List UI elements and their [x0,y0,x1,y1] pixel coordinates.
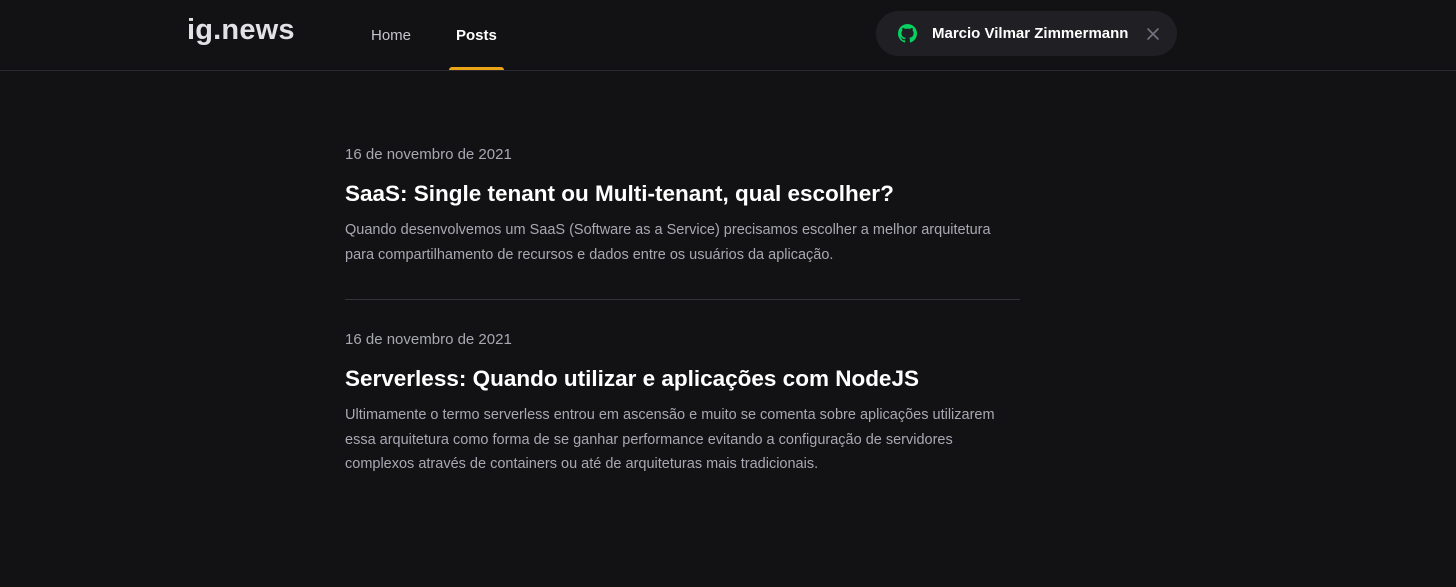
nav-home-link[interactable]: Home [371,0,411,70]
post-title[interactable]: SaaS: Single tenant ou Multi-tenant, qua… [345,179,1020,209]
logo[interactable]: ig.news [187,14,295,47]
post-excerpt: Ultimamente o termo serverless entrou em… [345,407,995,472]
main-nav: Home Posts [371,0,504,70]
posts-list: 16 de novembro de 2021 SaaS: Single tena… [345,145,1020,477]
post-item[interactable]: 16 de novembro de 2021 Serverless: Quand… [345,330,1020,477]
post-excerpt: Quando desenvolvemos um SaaS (Software a… [345,222,991,263]
post-date: 16 de novembro de 2021 [345,331,512,348]
header: ig.news Home Posts Marcio Vilmar Zimmerm… [0,0,1456,71]
sign-out-button[interactable]: Marcio Vilmar Zimmermann [876,11,1177,56]
post-date: 16 de novembro de 2021 [345,146,512,163]
user-name: Marcio Vilmar Zimmermann [932,25,1129,42]
github-icon [898,24,917,43]
post-title[interactable]: Serverless: Quando utilizar e aplicações… [345,364,1020,394]
nav-posts-link[interactable]: Posts [449,0,504,70]
post-divider [345,299,1020,300]
post-item[interactable]: 16 de novembro de 2021 SaaS: Single tena… [345,145,1020,267]
close-icon[interactable] [1146,27,1160,41]
